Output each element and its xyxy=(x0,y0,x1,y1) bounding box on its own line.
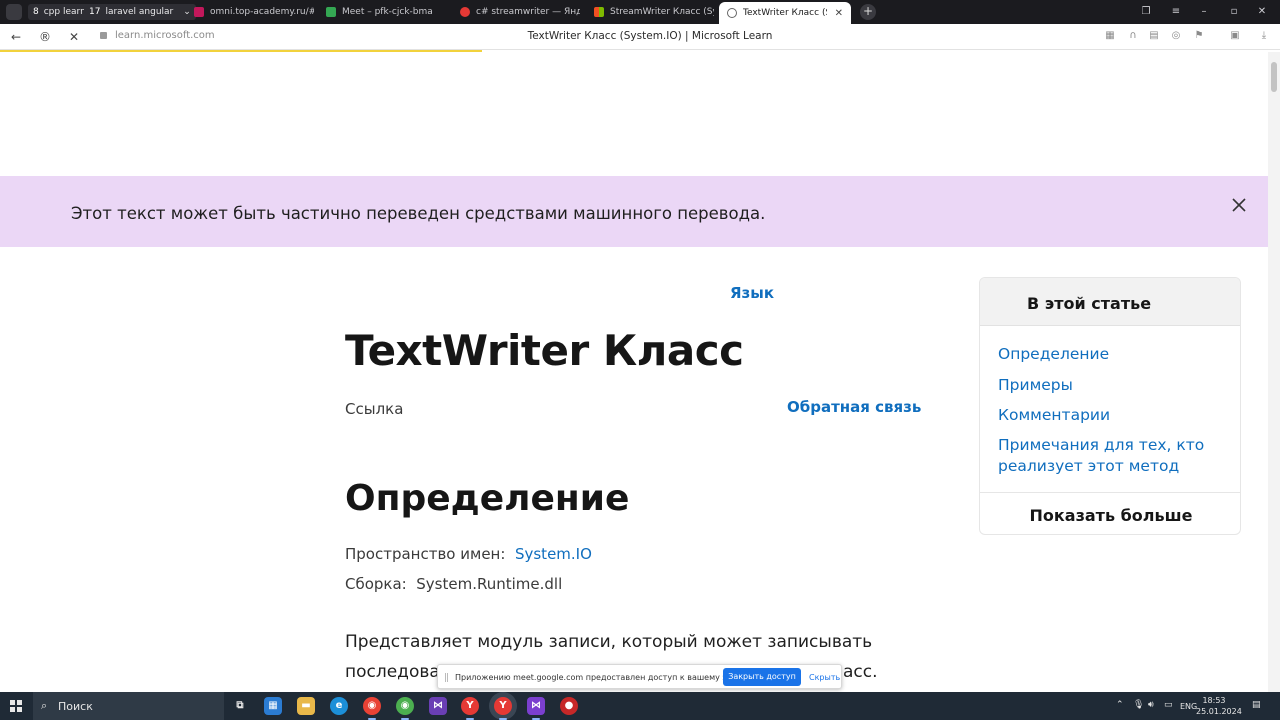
toc-item-implementer-notes-cont[interactable]: реализует этот метод xyxy=(998,456,1179,477)
description-line: последова xyxy=(345,662,440,682)
yandex-favicon-icon xyxy=(460,7,470,17)
microsoft-favicon-icon xyxy=(594,7,604,17)
tab-title: TextWriter Класс (Syste xyxy=(743,8,827,18)
reader-icon[interactable]: ▤ xyxy=(1147,30,1161,44)
scrollbar-track[interactable] xyxy=(1268,52,1280,692)
browser-menu-icon[interactable] xyxy=(6,4,22,20)
tab-group-laravel[interactable]: 17 laravel angular ⌄ xyxy=(84,3,200,21)
edge-icon[interactable]: e xyxy=(330,697,348,715)
address-bar: ← ® ✕ learn.microsoft.com TextWriter Кла… xyxy=(0,24,1280,50)
network-icon[interactable]: ▭ xyxy=(1164,700,1173,710)
minimize-icon[interactable]: – xyxy=(1194,4,1214,20)
recorder-icon[interactable]: ● xyxy=(560,697,578,715)
browser-tab-strip: 8 cpp learn 17 laravel angular ⌄ omni.top-a… xyxy=(0,0,1280,24)
maximize-icon[interactable]: ▫ xyxy=(1224,4,1244,20)
input-language[interactable]: ENG xyxy=(1180,702,1197,711)
site-favicon-icon xyxy=(194,7,204,17)
toc-item-implementer-notes[interactable]: Примечания для тех, кто xyxy=(998,435,1204,456)
clock-time: 18:53 xyxy=(1202,696,1226,705)
screen-share-notification: Приложению meet.google.com предоставлен … xyxy=(437,664,842,689)
chrome-icon[interactable]: ◉ xyxy=(363,697,381,720)
loading-spinner-icon xyxy=(727,8,737,18)
toc-heading: В этой статье xyxy=(1027,294,1152,313)
stop-sharing-button[interactable]: Закрыть доступ xyxy=(723,668,801,686)
tab-title: omni.top-academy.ru/#/p xyxy=(210,7,314,17)
volume-icon[interactable]: 🔊︎ xyxy=(1148,700,1154,710)
scrollbar-thumb[interactable] xyxy=(1271,62,1277,92)
tab-group-label: cpp learn xyxy=(43,7,86,17)
assembly-line: Сборка: System.Runtime.dll xyxy=(345,575,562,593)
taskbar-search[interactable]: ⌕ Поиск xyxy=(33,692,224,720)
show-more-button[interactable]: Показать больше xyxy=(980,506,1240,525)
bookmarks-panel-icon[interactable]: ▣ xyxy=(1228,30,1242,44)
description-line: Представляет модуль записи, который може… xyxy=(345,632,873,652)
toc-item-remarks[interactable]: Комментарии xyxy=(998,405,1110,426)
close-banner-icon[interactable] xyxy=(1231,197,1247,213)
new-tab-button[interactable]: + xyxy=(860,4,876,20)
definition-heading: Определение xyxy=(345,478,630,519)
drag-handle-icon[interactable] xyxy=(445,673,448,682)
tab-title: Meet – pfk-cjck-bma xyxy=(342,7,433,17)
close-window-icon[interactable]: ✕ xyxy=(1252,4,1272,20)
tabs-list-icon[interactable]: ❐ xyxy=(1136,4,1156,20)
tab-group-count: 17 xyxy=(89,7,101,17)
assembly-value: System.Runtime.dll xyxy=(416,575,563,593)
downloads-icon[interactable]: ⤓ xyxy=(1257,30,1271,44)
clock-date: 25.01.2024 xyxy=(1196,707,1242,716)
toc-item-definition[interactable]: Определение xyxy=(998,344,1109,365)
toc-divider xyxy=(980,492,1240,493)
tab-title: StreamWriter Класс (Syste xyxy=(610,7,714,17)
windows-taskbar: ⌕ Поиск ⧉ ▦ ▬ e ◉ ◉ ⋈ Y Y ⋈ ● ⌃ 🎙︎ 🔊︎ ▭ … xyxy=(0,692,1280,720)
share-message: Приложению meet.google.com предоставлен … xyxy=(455,673,755,682)
namespace-label: Пространство имен: xyxy=(345,545,506,563)
system-clock[interactable]: 18:53 25.01.2024 xyxy=(1196,695,1242,717)
chrome-profile-icon[interactable]: ◉ xyxy=(396,697,414,720)
tab-meet[interactable]: Meet – pfk-cjck-bma xyxy=(318,2,446,22)
in-this-article-panel: В этой статье Определение Примеры Коммен… xyxy=(979,277,1241,535)
yandex-browser-icon[interactable]: Y xyxy=(461,697,479,720)
menu-icon[interactable]: ≡ xyxy=(1166,4,1186,20)
microphone-icon[interactable]: 🎙︎ xyxy=(1133,700,1144,710)
notifications-icon[interactable]: ▤ xyxy=(1252,700,1261,710)
machine-translation-banner: Этот текст может быть частично переведен… xyxy=(0,176,1268,247)
toc-item-examples[interactable]: Примеры xyxy=(998,375,1073,396)
tab-group-label: laravel angular xyxy=(105,7,174,17)
article-title: TextWriter Класс xyxy=(345,326,744,375)
collections-icon[interactable]: ▦ xyxy=(1103,30,1117,44)
namespace-line: Пространство имен: System.IO xyxy=(345,545,592,563)
assembly-label: Сборка: xyxy=(345,575,407,593)
screen: 8 cpp learn 17 laravel angular ⌄ omni.top-a… xyxy=(0,0,1280,720)
banner-text: Этот текст может быть частично переведен… xyxy=(71,204,766,223)
tab-omni[interactable]: omni.top-academy.ru/#/p xyxy=(186,2,314,22)
hide-notification-link[interactable]: Скрыть xyxy=(809,673,840,682)
search-icon: ⌕ xyxy=(41,699,48,712)
reference-label: Ссылка xyxy=(345,400,404,418)
tray-chevron-icon[interactable]: ⌃ xyxy=(1116,700,1124,710)
task-view-icon[interactable]: ⧉ xyxy=(231,697,249,715)
meet-favicon-icon xyxy=(326,7,336,17)
translate-icon[interactable]: ◎ xyxy=(1169,30,1183,44)
feedback-link[interactable]: Обратная связь xyxy=(787,398,921,416)
store-icon[interactable]: ▦ xyxy=(264,697,282,715)
language-link[interactable]: Язык xyxy=(730,284,774,302)
tab-title: c# streamwriter — Яндекс xyxy=(476,7,580,17)
headphones-icon[interactable]: ∩ xyxy=(1126,30,1140,44)
toc-header: В этой статье xyxy=(980,278,1240,326)
search-label: Поиск xyxy=(58,700,93,713)
tab-yandex[interactable]: c# streamwriter — Яндекс xyxy=(452,2,580,22)
tab-streamwriter[interactable]: StreamWriter Класс (Syste xyxy=(586,2,714,22)
description-line-end: асс. xyxy=(843,662,878,682)
close-tab-icon[interactable]: ✕ xyxy=(835,8,843,19)
namespace-link[interactable]: System.IO xyxy=(515,545,592,563)
yandex-browser-active-icon[interactable]: Y xyxy=(494,697,512,720)
bookmark-icon[interactable]: ⚑ xyxy=(1192,30,1206,44)
visual-studio-icon[interactable]: ⋈ xyxy=(429,697,447,715)
windows-start-icon[interactable] xyxy=(10,700,22,712)
visual-studio-2-icon[interactable]: ⋈ xyxy=(527,697,545,720)
tab-textwriter[interactable]: TextWriter Класс (Syste ✕ xyxy=(719,2,851,24)
file-explorer-icon[interactable]: ▬ xyxy=(297,697,315,715)
tab-group-count: 8 xyxy=(33,7,39,17)
page-loading-bar xyxy=(0,50,482,52)
page-title-bar: TextWriter Класс (System.IO) | Microsoft… xyxy=(527,30,773,42)
